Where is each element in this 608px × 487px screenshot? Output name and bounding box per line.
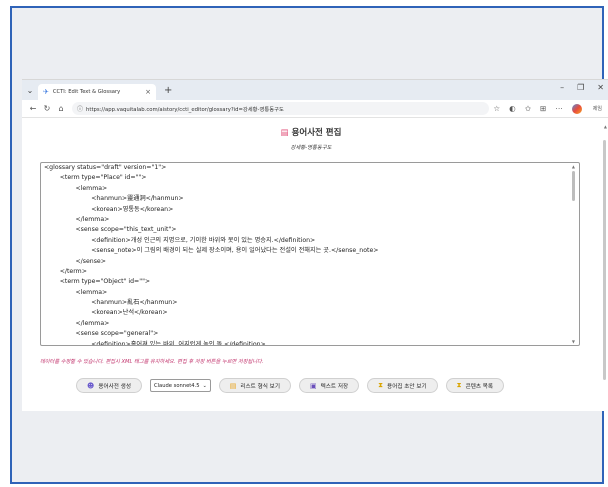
hourglass-icon: ⧗ [378, 381, 384, 389]
generate-glossary-button[interactable]: ☻ 용어사전 생성 [76, 378, 142, 393]
xml-editor-textarea[interactable]: <glossary status="draft" version="1"> <t… [40, 162, 580, 346]
address-bar: ← ↻ ⌂ ⓘ https://app.vaquitalab.com/aisto… [22, 100, 608, 118]
page-content: ▤ 용어사전 편집 강세황-영통동구도 <glossary status="dra… [22, 118, 608, 411]
action-buttons: ☻ 용어사전 생성 Claude sonnet4.5 ⌄ ▤ 리스트 형식 보기 ▣ 텍… [76, 378, 505, 393]
url-field[interactable]: ⓘ https://app.vaquitalab.com/aistory/cct… [72, 102, 490, 115]
tab-close-icon[interactable]: × [145, 88, 151, 96]
close-window-icon[interactable]: ✕ [597, 83, 604, 92]
tab-strip: ⌄ ✈ CCTI: Edit Text & Glossary × + – ❐ ✕ [22, 80, 608, 100]
refresh-icon[interactable]: ↻ [40, 104, 54, 113]
tab-favicon-icon: ✈ [43, 88, 49, 96]
code-line: </lemma> [44, 215, 110, 223]
code-line: </term> [44, 267, 87, 275]
content-list-button[interactable]: ⧗ 콘텐츠 목록 [445, 378, 505, 393]
code-line: <hanmun>靈通洞</hanmun> [44, 195, 184, 203]
browser-toolbar: ☆ ◐ ✩ ⊞ ⋯ 제임 [493, 103, 602, 114]
page-scroll-up-icon[interactable]: ▲ [604, 124, 607, 129]
page-scrollbar[interactable] [603, 140, 606, 380]
code-line: <term type="Place" id=""> [44, 174, 147, 182]
save-icon: ▣ [309, 381, 317, 390]
favorite-star-icon[interactable]: ☆ [493, 104, 500, 113]
code-line: <lemma> [44, 184, 108, 192]
url-text: https://app.vaquitalab.com/aistory/ccti_… [86, 106, 284, 113]
code-line: </sense> [44, 257, 106, 265]
model-select[interactable]: Claude sonnet4.5 ⌄ [149, 379, 211, 392]
more-icon[interactable]: ⋯ [555, 104, 563, 113]
scroll-down-icon[interactable]: ▼ [572, 339, 575, 344]
new-tab-icon[interactable]: + [164, 85, 172, 96]
profile-avatar-icon[interactable] [571, 103, 582, 114]
code-line: <sense scope="this_text_unit"> [44, 226, 177, 234]
site-info-icon[interactable]: ⓘ [77, 104, 83, 113]
copilot-icon[interactable]: ◐ [509, 104, 516, 113]
draft-view-button[interactable]: ⧗ 용어집 초안 보기 [367, 378, 438, 393]
browser-tab[interactable]: ✈ CCTI: Edit Text & Glossary × [38, 84, 156, 100]
code-line: <lemma> [44, 288, 108, 296]
minimize-icon[interactable]: – [560, 83, 564, 92]
scroll-up-icon[interactable]: ▲ [572, 164, 575, 169]
code-line: <sense_note>이 그림의 배경이 되는 실제 장소이며, 용이 일어났… [44, 247, 379, 255]
chevron-down-icon: ⌄ [202, 382, 207, 389]
code-line: </lemma> [44, 319, 110, 327]
list-icon: ▤ [229, 381, 237, 390]
back-icon[interactable]: ← [26, 104, 40, 113]
code-line: <term type="Object" id=""> [44, 278, 151, 286]
code-line: <definition>개성 인근의 지명으로, 기이한 바위와 못이 있는 명… [44, 236, 316, 244]
code-line: <korean>영통동</korean> [44, 205, 174, 213]
profile-label: 제임 [592, 106, 602, 112]
code-line: <sense scope="general"> [44, 330, 159, 338]
favorites-icon[interactable]: ✩ [525, 104, 531, 113]
book-icon: ▤ [280, 128, 289, 138]
editor-scrollbar-thumb[interactable] [572, 171, 575, 201]
code-line: <glossary status="draft" version="1"> [44, 164, 167, 171]
page-title: ▤ 용어사전 편집 [22, 126, 600, 138]
page-title-text: 용어사전 편집 [291, 128, 342, 138]
tab-title: CCTI: Edit Text & Glossary [52, 89, 121, 95]
restore-icon[interactable]: ❐ [577, 83, 584, 92]
window-controls: – ❐ ✕ [560, 83, 604, 92]
editor-content: <glossary status="draft" version="1"> <t… [41, 163, 579, 346]
code-line: <hanmun>亂石</hanmun> [44, 299, 178, 307]
page-subtitle: 강세황-영통동구도 [290, 145, 332, 151]
edit-hint: 데이터를 수정할 수 있습니다. 편집시 XML 태그를 유지하세요. 편집 후… [40, 359, 264, 365]
home-icon[interactable]: ⌂ [54, 104, 68, 113]
code-line: <definition>흩어져 있는 바위, 어지럽게 놓인 돌.</defin… [44, 340, 266, 346]
save-text-button[interactable]: ▣ 텍스트 저장 [298, 378, 360, 393]
tab-list-icon[interactable]: ⌄ [22, 86, 38, 95]
hourglass-list-icon: ⧗ [456, 381, 462, 389]
code-line: <korean>난석</korean> [44, 309, 168, 317]
list-view-button[interactable]: ▤ 리스트 형식 보기 [218, 378, 291, 393]
robot-icon: ☻ [87, 381, 95, 390]
extensions-icon[interactable]: ⊞ [540, 104, 546, 113]
browser-window: ⌄ ✈ CCTI: Edit Text & Glossary × + – ❐ ✕… [22, 79, 608, 411]
